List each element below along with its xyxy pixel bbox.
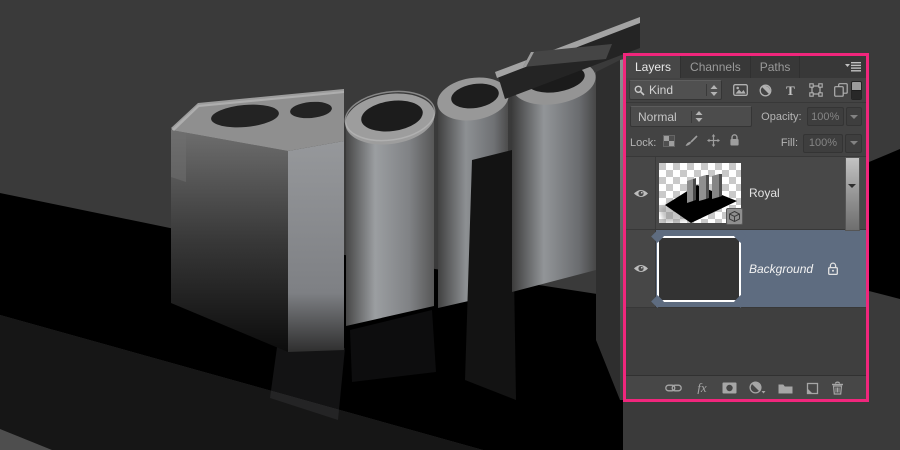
layer-row-royal[interactable]: Royal: [626, 157, 866, 230]
eye-icon: [633, 189, 648, 197]
layer-name-royal: Royal: [749, 186, 780, 200]
layer-name-background: Background: [749, 261, 814, 276]
shape-filter-icon[interactable]: [807, 82, 824, 99]
adjustment-icon[interactable]: [749, 380, 766, 396]
background-lock-icon: [827, 262, 839, 276]
layer-thumbnail-royal[interactable]: [659, 163, 743, 225]
pixel-filter-icon[interactable]: [732, 82, 749, 99]
visibility-toggle-background[interactable]: [626, 230, 656, 307]
lock-row: Lock: Fill: 100%: [626, 130, 866, 157]
panel-menu-icon[interactable]: [840, 56, 866, 78]
photoshop-workspace: Layers Channels Paths Kind T Normal Opac…: [0, 0, 900, 450]
fill-value[interactable]: 100%: [803, 133, 843, 153]
filter-kind-combo[interactable]: Kind: [629, 80, 723, 100]
svg-text:fx: fx: [697, 381, 707, 394]
blend-mode-row: Normal Opacity: 100%: [626, 103, 866, 130]
filter-row: Kind T: [626, 78, 866, 103]
link-icon[interactable]: [665, 380, 682, 396]
filter-type-buttons: T: [732, 82, 849, 99]
tab-channels[interactable]: Channels: [681, 56, 751, 78]
search-icon: [634, 85, 645, 96]
thumbnail-corner-notch: [734, 294, 747, 308]
mask-icon[interactable]: [722, 380, 737, 396]
combo-arrows-icon: [706, 84, 718, 96]
panel-toolbar: fx: [626, 375, 866, 399]
visibility-toggle-royal[interactable]: [626, 157, 656, 229]
fill-label: Fill:: [780, 137, 798, 149]
eye-icon: [633, 265, 648, 272]
lock-all-icon[interactable]: [729, 134, 740, 152]
new-layer-icon[interactable]: [805, 380, 819, 396]
adjustment-filter-icon[interactable]: [757, 82, 774, 99]
smartobject-filter-icon[interactable]: [832, 82, 849, 99]
filter-kind-label: Kind: [649, 83, 674, 97]
svg-text:T: T: [786, 84, 795, 97]
layers-panel: Layers Channels Paths Kind T Normal Opac…: [623, 53, 869, 402]
opacity-dropdown-arrow[interactable]: [845, 107, 862, 126]
opacity-label: Opacity:: [761, 110, 802, 123]
trash-icon[interactable]: [831, 380, 844, 396]
tabbar-spacer: [800, 56, 840, 78]
letter-r: [171, 89, 344, 352]
lock-move-icon[interactable]: [707, 134, 721, 152]
panel-tab-bar: Layers Channels Paths: [626, 56, 866, 78]
layer-row-background[interactable]: Background: [626, 229, 866, 308]
filter-toggle-switch[interactable]: [851, 80, 862, 100]
letter-o: [344, 90, 436, 326]
thumbnail-corner-notch: [734, 229, 747, 243]
blend-mode-value: Normal: [638, 109, 677, 124]
tab-layers[interactable]: Layers: [626, 56, 682, 78]
lock-transparency-icon[interactable]: [663, 134, 676, 152]
layer-list: Royal Background: [626, 157, 866, 375]
lock-paint-icon[interactable]: [684, 134, 698, 152]
scrollbar-thumb[interactable]: [845, 157, 860, 231]
fill-dropdown-arrow[interactable]: [845, 133, 862, 153]
combo-arrows-icon: [691, 110, 748, 123]
lock-label: Lock:: [630, 137, 657, 149]
layer-thumbnail-background[interactable]: [651, 229, 747, 308]
opacity-value[interactable]: 100%: [806, 107, 844, 126]
3d-layer-badge-icon: [726, 208, 743, 225]
folder-icon[interactable]: [778, 380, 793, 396]
letter-shadow-right: [869, 149, 900, 299]
tab-paths[interactable]: Paths: [751, 56, 801, 78]
fx-icon[interactable]: fx: [694, 380, 710, 396]
type-filter-icon[interactable]: T: [782, 82, 799, 99]
blend-mode-combo[interactable]: Normal: [630, 106, 753, 127]
